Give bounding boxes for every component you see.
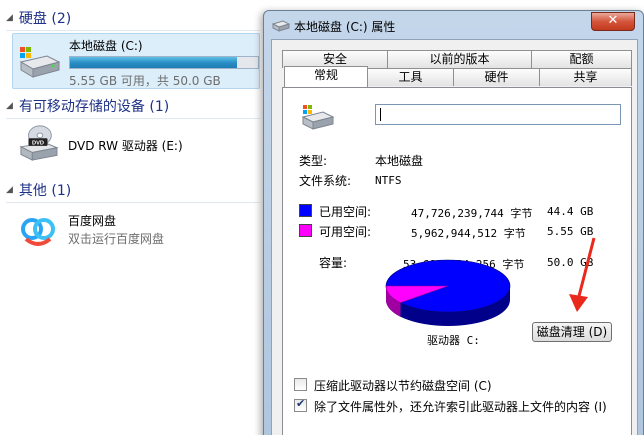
drive-label: 驱动器 C: [427,334,480,347]
hard-drive-icon [19,47,61,78]
drive-detail: 5.55 GB 可用，共 50.0 GB [69,74,221,88]
group-label: 其他 (1) [18,183,72,199]
group-divider [6,30,260,31]
used-space-label: 已用空间: [319,205,372,219]
app-detail: 双击运行百度网盘 [68,232,165,246]
separator [299,246,619,247]
separator [299,194,619,195]
collapse-triangle-icon[interactable]: ◢ [6,13,13,23]
free-space-size: 5.55 GB [547,225,594,238]
free-space-label: 可用空间: [319,225,372,239]
disk-usage-pie-chart [385,259,511,326]
dialog-title: 本地磁盘 (C:) 属性 [294,20,396,34]
tab-quota[interactable]: 配额 [531,50,632,68]
filesystem-label: 文件系统: [299,174,352,188]
tab-tools[interactable]: 工具 [367,68,454,86]
used-space-swatch [299,204,312,217]
text-caret [380,108,381,121]
type-label: 类型: [299,154,328,168]
free-space-bytes: 5,962,944,512 字节 [411,227,526,240]
capacity-size: 50.0 GB [547,256,594,269]
group-other[interactable]: ◢ 其他 (1) [6,180,71,200]
filesystem-value: NTFS [375,174,402,187]
capacity-label: 容量: [319,256,348,270]
close-button[interactable]: ✕ [591,12,635,31]
tab-previous-versions[interactable]: 以前的版本 [387,50,532,68]
compress-drive-checkbox[interactable] [294,378,307,391]
drive-name: 本地磁盘 (C:) [69,39,143,53]
free-space-swatch [299,224,312,237]
index-contents-checkbox[interactable] [294,397,307,412]
capacity-bar-fill [70,57,238,68]
drive-item-dvd[interactable]: DVD DVD RW 驱动器 (E:) [12,120,260,170]
dvd-drive-icon: DVD [19,125,59,161]
used-space-size: 44.4 GB [547,205,594,218]
separator [299,142,619,143]
baidu-netdisk-item[interactable]: 百度网盘 双击运行百度网盘 [12,205,260,255]
collapse-triangle-icon[interactable]: ◢ [6,101,13,111]
group-divider [6,118,260,119]
drive-item-c[interactable]: 本地磁盘 (C:) 5.55 GB 可用，共 50.0 GB [12,33,260,89]
index-contents-label[interactable]: 除了文件属性外，还允许索引此驱动器上文件的内容 (I) [314,398,607,415]
type-value: 本地磁盘 [375,154,424,168]
tab-general[interactable]: 常规 [284,66,368,87]
dialog-titlebar[interactable]: 本地磁盘 (C:) 属性 ✕ [264,11,643,39]
disk-cleanup-button[interactable]: 磁盘清理 (D) [532,322,612,342]
app-name: 百度网盘 [68,214,117,228]
tab-sharing[interactable]: 共享 [539,68,632,86]
hard-drive-icon [272,20,290,32]
used-space-bytes: 47,726,239,744 字节 [411,207,533,220]
group-label: 硬盘 (2) [18,11,72,27]
group-hard-drives[interactable]: ◢ 硬盘 (2) [6,8,71,28]
capacity-bar [69,56,259,69]
group-label: 有可移动存储的设备 (1) [18,99,170,115]
separator [298,358,618,359]
compress-drive-label[interactable]: 压缩此驱动器以节约磁盘空间 (C) [314,377,492,394]
drive-name-input[interactable] [375,104,621,125]
tab-hardware[interactable]: 硬件 [453,68,540,86]
baidu-netdisk-icon [21,218,55,246]
hard-drive-icon [301,105,335,130]
properties-dialog: 本地磁盘 (C:) 属性 ✕ 安全 以前的版本 配额 常规 工具 硬件 共享 类 [263,10,644,435]
collapse-triangle-icon[interactable]: ◢ [6,185,13,195]
group-divider [6,202,260,203]
group-removable[interactable]: ◢ 有可移动存储的设备 (1) [6,96,169,116]
svg-text:DVD: DVD [32,140,44,146]
drive-name: DVD RW 驱动器 (E:) [68,139,183,153]
dialog-body: 安全 以前的版本 配额 常规 工具 硬件 共享 类型: 本地磁盘 文件系统: N… [271,39,638,435]
